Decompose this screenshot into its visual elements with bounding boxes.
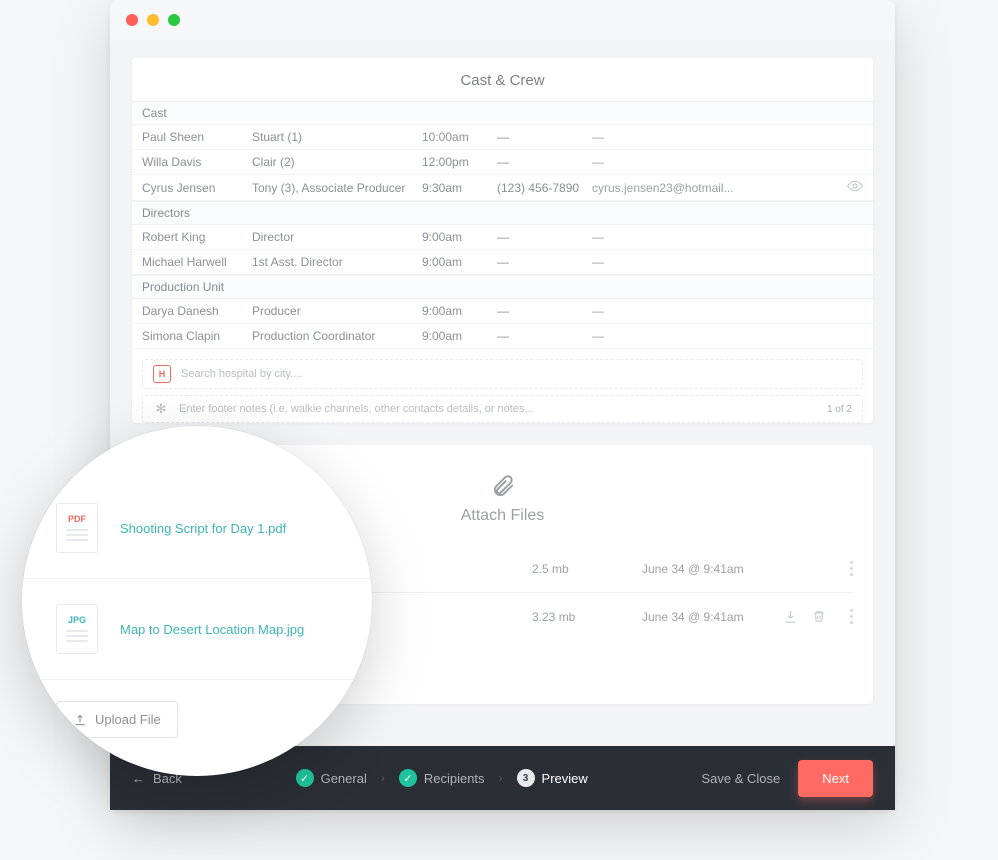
table-row: Paul Sheen Stuart (1) 10:00am — — (132, 125, 873, 150)
cell-role: Tony (3), Associate Producer (252, 181, 422, 195)
paperclip-icon (490, 473, 516, 499)
cell-email: — (592, 130, 863, 144)
footer-notes-input[interactable]: ✻ Enter footer notes (i.e. walkie channe… (142, 395, 863, 423)
cell-time: 9:00am (422, 255, 497, 269)
cell-email: cyrus.jensen23@hotmail... (592, 181, 841, 195)
step-label: Preview (542, 771, 588, 786)
cell-email: — (592, 304, 863, 318)
table-row: Michael Harwell 1st Asst. Director 9:00a… (132, 250, 873, 275)
step-number: 3 (517, 769, 535, 787)
cell-role: 1st Asst. Director (252, 255, 422, 269)
cell-time: 9:00am (422, 304, 497, 318)
table-row: Robert King Director 9:00am — — (132, 225, 873, 250)
file-date: June 34 @ 9:41am (642, 562, 840, 576)
file-row: PDF Shooting Script for Day 1.pdf (22, 478, 372, 579)
minimize-icon[interactable] (147, 14, 159, 26)
snowflake-icon: ✻ (153, 401, 169, 417)
chevron-right-icon: › (499, 771, 503, 785)
upload-file-button[interactable]: Upload File (56, 701, 178, 738)
save-close-button[interactable]: Save & Close (702, 771, 781, 786)
cell-email: — (592, 155, 863, 169)
section-cast: Cast (132, 101, 873, 125)
cell-role: Clair (2) (252, 155, 422, 169)
file-size: 2.5 mb (532, 562, 642, 576)
cell-role: Director (252, 230, 422, 244)
file-name[interactable]: Shooting Script for Day 1.pdf (120, 521, 286, 536)
jpg-file-icon: JPG (56, 604, 98, 654)
cell-name: Darya Danesh (142, 304, 252, 318)
page-count: 1 of 2 (827, 404, 852, 415)
step-label: General (321, 771, 367, 786)
cell-phone: — (497, 304, 592, 318)
file-name[interactable]: Map to Desert Location Map.jpg (120, 622, 304, 637)
table-row: Cyrus Jensen Tony (3), Associate Produce… (132, 175, 873, 201)
table-row: Willa Davis Clair (2) 12:00pm — — (132, 150, 873, 175)
cell-email: — (592, 255, 863, 269)
step-preview[interactable]: 3 Preview (517, 769, 588, 787)
download-icon[interactable] (783, 609, 798, 624)
upload-icon (73, 713, 87, 727)
hospital-placeholder: Search hospital by city.... (181, 368, 302, 380)
card-title: Cast & Crew (132, 58, 873, 101)
zoom-icon[interactable] (168, 14, 180, 26)
close-icon[interactable] (126, 14, 138, 26)
section-production: Production Unit (132, 275, 873, 299)
cell-phone: — (497, 329, 592, 343)
file-row: JPG Map to Desert Location Map.jpg (22, 579, 372, 680)
cell-phone: — (497, 155, 592, 169)
more-icon[interactable] (840, 561, 853, 576)
cell-time: 9:00am (422, 230, 497, 244)
cell-name: Simona Clapin (142, 329, 252, 343)
hospital-icon: H (153, 365, 171, 383)
cell-time: 10:00am (422, 130, 497, 144)
table-row: Darya Danesh Producer 9:00am — — (132, 299, 873, 324)
cell-phone: — (497, 230, 592, 244)
more-icon[interactable] (840, 609, 853, 624)
eye-icon[interactable] (847, 180, 863, 195)
section-directors: Directors (132, 201, 873, 225)
cell-role: Production Coordinator (252, 329, 422, 343)
step-general[interactable]: ✓ General (296, 769, 367, 787)
cell-name: Robert King (142, 230, 252, 244)
cell-time: 9:00am (422, 329, 497, 343)
trash-icon[interactable] (812, 609, 826, 624)
cell-time: 12:00pm (422, 155, 497, 169)
next-button[interactable]: Next (798, 760, 873, 797)
check-icon: ✓ (296, 769, 314, 787)
check-icon: ✓ (399, 769, 417, 787)
cast-crew-card: Cast & Crew Cast Paul Sheen Stuart (1) 1… (132, 58, 873, 423)
step-label: Recipients (424, 771, 485, 786)
cell-time: 9:30am (422, 181, 497, 195)
cell-name: Cyrus Jensen (142, 181, 252, 195)
footer-placeholder: Enter footer notes (i.e. walkie channels… (179, 403, 534, 415)
cell-role: Producer (252, 304, 422, 318)
file-date: June 34 @ 9:41am (642, 610, 783, 624)
cell-email: — (592, 329, 863, 343)
cell-role: Stuart (1) (252, 130, 422, 144)
cell-name: Paul Sheen (142, 130, 252, 144)
upload-label: Upload File (95, 712, 161, 727)
chevron-right-icon: › (381, 771, 385, 785)
cell-email: — (592, 230, 863, 244)
cell-name: Michael Harwell (142, 255, 252, 269)
cell-phone: (123) 456-7890 (497, 181, 592, 195)
cell-phone: — (497, 255, 592, 269)
cell-phone: — (497, 130, 592, 144)
titlebar (110, 0, 895, 40)
zoom-lens: PDF Shooting Script for Day 1.pdf JPG Ma… (22, 426, 372, 776)
hospital-search[interactable]: H Search hospital by city.... (142, 359, 863, 389)
file-size: 3.23 mb (532, 610, 642, 624)
cell-name: Willa Davis (142, 155, 252, 169)
step-recipients[interactable]: ✓ Recipients (399, 769, 485, 787)
file-type-label: JPG (68, 615, 86, 625)
arrow-left-icon: ← (132, 771, 145, 786)
attach-title: Attach Files (461, 507, 545, 525)
table-row: Simona Clapin Production Coordinator 9:0… (132, 324, 873, 349)
pdf-file-icon: PDF (56, 503, 98, 553)
file-type-label: PDF (68, 514, 86, 524)
